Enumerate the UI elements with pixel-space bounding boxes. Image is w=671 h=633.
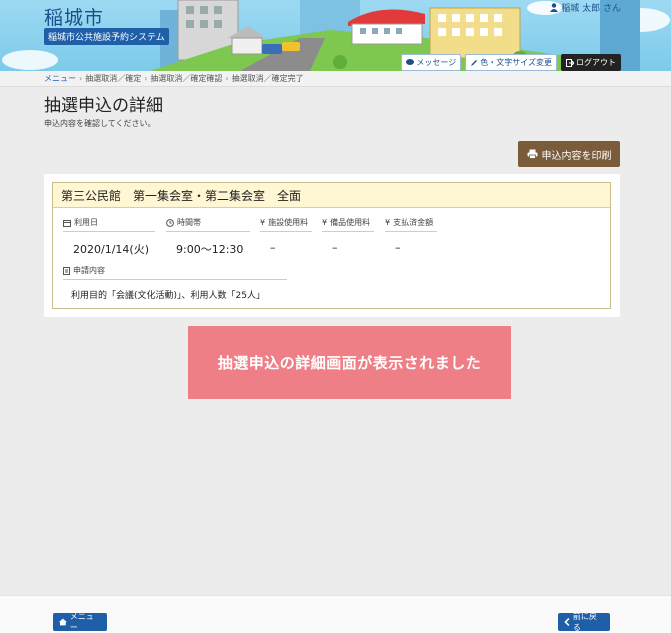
field-equipment-fee-value: – [332, 241, 338, 254]
field-time-label: 時間帯 [177, 218, 201, 227]
yen-icon: ¥ [260, 218, 266, 227]
field-paid-amount: ¥ 支払済金額 – [385, 217, 437, 254]
message-button-label: メッセージ [416, 58, 457, 67]
menu-button[interactable]: メニュー [53, 612, 107, 632]
header-buttons: メッセージ 色・文字サイズ変更 ログアウト [401, 54, 621, 71]
system-name-badge: 稲城市公共施設予約システム [44, 28, 169, 45]
document-icon [63, 266, 70, 275]
page-title: 抽選申込の詳細 [44, 96, 163, 116]
menu-button-label: メニュー [69, 612, 94, 632]
user-name-link[interactable]: 稲城 太郎 さん [550, 1, 621, 14]
field-facility-fee-value: – [270, 241, 276, 254]
notification-toast: 抽選申込の詳細画面が表示されました [188, 326, 511, 399]
yen-icon: ¥ [322, 218, 328, 227]
field-paid-amount-label: 支払済金額 [393, 218, 434, 227]
logout-button-label: ログアウト [576, 58, 616, 67]
breadcrumb: メニュー › 抽選取消／確定 › 抽選取消／確定確認 › 抽選取消／確定完了 [0, 71, 671, 87]
back-button[interactable]: 前に戻る [558, 612, 610, 632]
field-date-label: 利用日 [74, 218, 98, 227]
print-application-button[interactable]: 申込内容を印刷 [518, 141, 620, 167]
pen-icon [471, 59, 478, 66]
logout-icon [566, 58, 574, 67]
chevron-left-icon [564, 618, 570, 626]
breadcrumb-item: 抽選取消／確定完了 [231, 74, 304, 83]
color-size-button[interactable]: 色・文字サイズ変更 [465, 54, 557, 71]
user-name: 稲城 太郎 さん [561, 4, 621, 14]
field-equipment-fee-label: 備品使用料 [330, 218, 371, 227]
field-equipment-fee: ¥ 備品使用料 – [322, 217, 374, 254]
yen-icon: ¥ [385, 218, 391, 227]
color-size-button-label: 色・文字サイズ変更 [480, 58, 552, 67]
header: 稲城市 稲城市公共施設予約システム 稲城 太郎 さん メッセージ 色・文字サイズ… [0, 0, 671, 71]
back-button-label: 前に戻る [572, 612, 597, 632]
field-date: 利用日 2020/1/14(火) [63, 217, 155, 257]
breadcrumb-separator: › [144, 74, 148, 83]
clock-icon [166, 218, 174, 227]
message-icon [406, 59, 415, 65]
field-date-value: 2020/1/14(火) [73, 243, 149, 256]
field-application: 申請内容 利用目的「会議(文化活動)」、利用人数「25人」 [63, 265, 287, 301]
field-application-value: 利用目的「会議(文化活動)」、利用人数「25人」 [71, 291, 265, 301]
message-button[interactable]: メッセージ [401, 54, 462, 71]
print-button-label: 申込内容を印刷 [541, 150, 612, 162]
footer: メニュー 前に戻る [0, 595, 671, 633]
facility-name: 第三公民館 第一集会室・第二集会室 全面 [53, 183, 610, 208]
page-subtitle: 申込内容を確認してください。 [44, 119, 156, 128]
application-detail-card: 第三公民館 第一集会室・第二集会室 全面 利用日 2020/1/14(火) 時間… [44, 174, 620, 317]
breadcrumb-separator: › [225, 74, 229, 83]
field-paid-amount-value: – [395, 241, 401, 254]
home-icon [59, 618, 67, 626]
calendar-icon [63, 219, 71, 227]
user-icon [550, 3, 559, 12]
field-application-label: 申請内容 [73, 266, 105, 275]
breadcrumb-separator: › [79, 74, 83, 83]
print-icon [527, 149, 537, 159]
field-time-value: 9:00〜12:30 [176, 243, 244, 256]
breadcrumb-item: 抽選取消／確定 [85, 74, 142, 83]
field-time: 時間帯 9:00〜12:30 [166, 217, 250, 257]
city-name: 稲城市 [44, 7, 105, 29]
field-facility-fee-label: 施設使用料 [268, 218, 309, 227]
breadcrumb-item-menu[interactable]: メニュー [44, 73, 76, 84]
logout-button[interactable]: ログアウト [561, 54, 621, 71]
field-facility-fee: ¥ 施設使用料 – [260, 217, 312, 254]
facility-box: 第三公民館 第一集会室・第二集会室 全面 利用日 2020/1/14(火) 時間… [52, 182, 611, 309]
breadcrumb-item: 抽選取消／確定確認 [150, 74, 223, 83]
